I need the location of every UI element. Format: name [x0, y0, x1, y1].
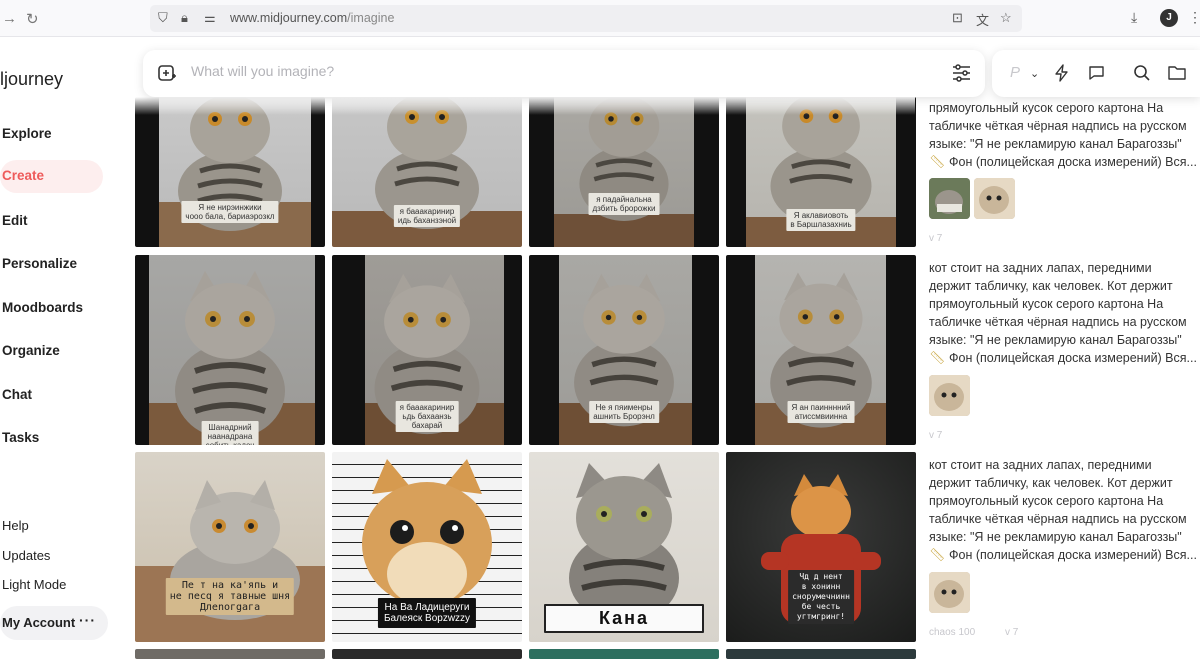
image-card[interactable]: Я ан паинннний атиссмвиинна [726, 255, 916, 445]
folder-icon[interactable] [1168, 64, 1186, 80]
cat-sign: На Ва Ладицеруги Балеяск Bopzwzzy [377, 598, 477, 628]
prompt-text[interactable]: прямоугольный кусок серого картона На та… [929, 99, 1197, 171]
brand-logo[interactable]: ljourney [0, 69, 63, 90]
chat-icon[interactable] [1088, 64, 1105, 81]
cat-sign: Пе т на ка'япь и не песq я тавные шня Дл… [165, 578, 295, 615]
reference-thumbnail[interactable] [929, 178, 970, 219]
settings-sliders-icon[interactable] [952, 64, 971, 82]
cat-image [929, 572, 970, 613]
reference-thumbnail[interactable] [929, 375, 970, 416]
image-card[interactable]: Я не нирэинжики чооо бала, бариаэрозкл [135, 97, 325, 247]
cat-image [175, 271, 285, 439]
image-card[interactable] [529, 649, 719, 659]
cat-image [929, 178, 970, 219]
image-card[interactable]: На Ва Ладицеруги Балеяск Bopzwzzy [332, 452, 522, 642]
personalization-button[interactable]: P [1010, 64, 1020, 81]
image-card[interactable]: Шанадрний наанадрана собить кадеч [135, 255, 325, 445]
cat-sign: Я ан паинннний атиссмвиинна [787, 401, 855, 423]
chevron-down-icon[interactable]: ⌄ [1030, 67, 1039, 80]
sidebar-item-personalize[interactable]: Personalize [2, 256, 77, 271]
cat-image [770, 97, 872, 225]
forward-icon[interactable]: → [2, 10, 17, 27]
permissions-icon[interactable]: ⚌ [204, 10, 216, 26]
version-tag[interactable]: v 7 [929, 233, 942, 244]
translate-icon[interactable]: 文 [976, 10, 989, 29]
sidebar-light-mode[interactable]: Light Mode [2, 577, 66, 592]
sidebar-item-tasks[interactable]: Tasks [2, 430, 39, 445]
reload-icon[interactable]: ↻ [26, 10, 39, 28]
sidebar-item-create[interactable]: Create [0, 160, 103, 193]
ruler-icon: 📏︎ [929, 547, 946, 562]
shield-icon[interactable]: ⛉ [158, 10, 168, 26]
my-account-button[interactable]: My Account ··· [0, 606, 108, 640]
cat-sign: я бааакаринир идь баханзэной [393, 205, 461, 227]
version-tag[interactable]: v 7 [929, 430, 942, 441]
reader-icon[interactable]: ⊡ [952, 10, 963, 26]
image-card[interactable] [332, 649, 522, 659]
tools-bar: P ⌄ [992, 50, 1200, 97]
prompt-bar [143, 50, 985, 97]
sidebar-item-explore[interactable]: Explore [2, 126, 52, 141]
image-card[interactable]: Чд д нент в хонинн снорумечнинн бе честь… [726, 452, 916, 642]
ruler-icon: 📏︎ [929, 154, 946, 169]
lightning-icon[interactable] [1054, 64, 1070, 82]
sidebar-updates[interactable]: Updates [2, 548, 50, 563]
version-tag[interactable]: v 7 [1005, 627, 1018, 638]
cat-sign: Я аклавиовоть в Баршлазахниь [786, 209, 856, 231]
sidebar-item-chat[interactable]: Chat [2, 387, 32, 402]
cat-sign: Чд д нент в хонинн снорумечнинн бе честь… [788, 570, 854, 624]
image-card[interactable]: Я аклавиовоть в Баршлазахниь [726, 97, 916, 247]
browser-toolbar: → ↻ ⛉ 🔒︎ ⚌ www.midjourney.com/imagine ⊡ … [0, 0, 1200, 37]
ruler-icon: 📏︎ [929, 350, 946, 365]
image-card[interactable] [726, 649, 916, 659]
address-bar[interactable]: ⛉ 🔒︎ ⚌ www.midjourney.com/imagine ⊡ 文 ☆ [150, 5, 1022, 32]
cat-image [569, 463, 679, 618]
image-card[interactable] [135, 649, 325, 659]
download-icon[interactable]: ⤓ [1131, 9, 1137, 26]
reference-thumbnail[interactable] [929, 572, 970, 613]
image-card[interactable]: я бааакаринир идь баханзэной [332, 97, 522, 247]
cat-sign: я бааакаринир ьдь бахаанзь бахарай [395, 401, 459, 432]
image-card[interactable]: Кана [529, 452, 719, 642]
lock-icon[interactable]: 🔒︎ [181, 10, 188, 26]
profile-avatar[interactable]: J [1160, 9, 1178, 27]
sidebar: ljourney Explore Create Edit Personalize… [0, 37, 135, 653]
cat-sign: Шанадрний наанадрана собить кадеч [201, 421, 259, 445]
cat-sign: я падайнальна дзбить бророжки [588, 193, 660, 215]
sidebar-item-edit[interactable]: Edit [2, 213, 28, 228]
menu-icon[interactable]: ⋮ [1188, 9, 1200, 26]
image-card[interactable]: я падайнальна дзбить бророжки [529, 97, 719, 247]
image-card[interactable]: я бааакаринир ьдь бахаанзь бахарай [332, 255, 522, 445]
bookmark-star-icon[interactable]: ☆ [1000, 10, 1012, 26]
url-text[interactable]: www.midjourney.com/imagine [230, 11, 394, 25]
prompt-input[interactable] [191, 63, 891, 79]
cat-sign: Кана [544, 604, 704, 633]
cat-sign: Я не нирэинжики чооо бала, бариаэрозкл [181, 201, 279, 223]
chaos-tag[interactable]: chaos 100 [929, 627, 975, 638]
sidebar-help[interactable]: Help [2, 518, 29, 533]
sidebar-item-moodboards[interactable]: Moodboards [2, 300, 83, 315]
cat-image [929, 375, 970, 416]
cat-sign: Не я пяименры ашнить Брорэнл [589, 401, 659, 423]
cat-image [974, 178, 1015, 219]
sidebar-item-organize[interactable]: Organize [2, 343, 60, 358]
image-card[interactable]: Не я пяименры ашнить Брорэнл [529, 255, 719, 445]
more-icon[interactable]: ··· [79, 612, 96, 628]
reference-thumbnail[interactable] [974, 178, 1015, 219]
image-card[interactable]: Пе т на ка'япь и не песq я тавные шня Дл… [135, 452, 325, 642]
my-account-label: My Account [2, 615, 76, 630]
prompt-text[interactable]: кот стоит на задних лапах, передними дер… [929, 259, 1197, 367]
search-icon[interactable] [1133, 64, 1151, 82]
prompt-text[interactable]: кот стоит на задних лапах, передними дер… [929, 456, 1197, 564]
add-image-icon[interactable] [157, 63, 177, 83]
